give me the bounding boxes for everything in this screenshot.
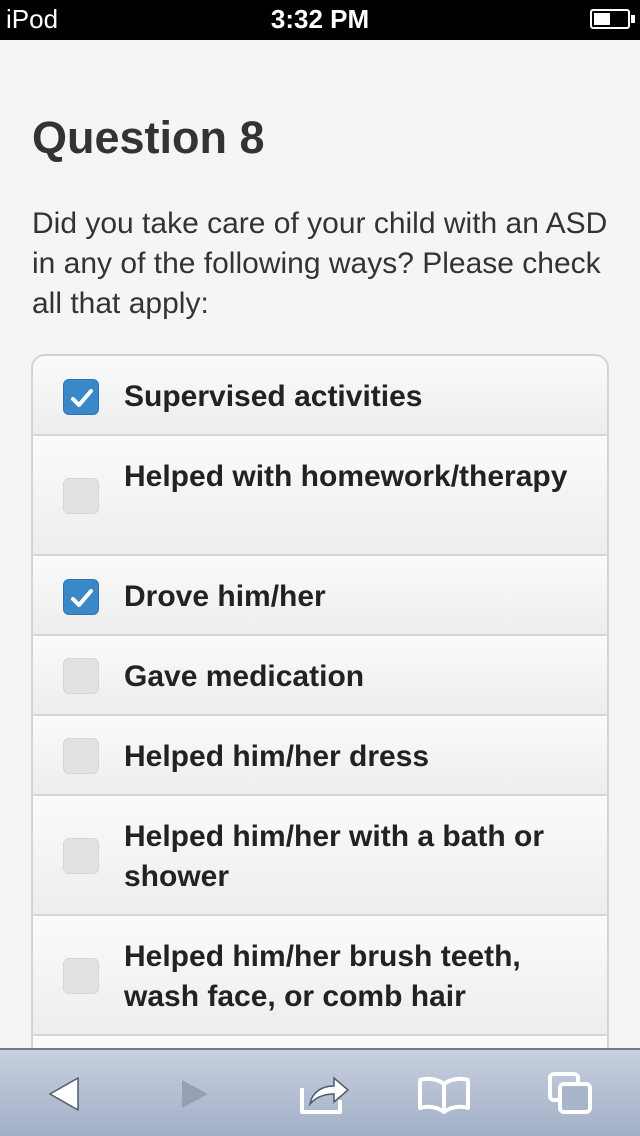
option-label: Helped him/her dress bbox=[124, 740, 430, 773]
option-item[interactable]: Drove him/her bbox=[33, 556, 607, 636]
option-item[interactable]: Helped him/her with a bath or shower bbox=[33, 796, 607, 916]
checkmark-icon bbox=[71, 589, 93, 607]
checkbox-unchecked[interactable] bbox=[63, 658, 99, 694]
checkbox-checked[interactable] bbox=[63, 579, 99, 615]
option-label: Supervised activities bbox=[124, 380, 423, 413]
option-label: Helped him/her with a bath or shower bbox=[124, 820, 545, 893]
option-item[interactable]: Supervised activities bbox=[33, 356, 607, 436]
browser-toolbar bbox=[0, 1048, 640, 1136]
battery-icon bbox=[590, 9, 630, 29]
option-item[interactable]: Helped with homework/therapy bbox=[33, 436, 607, 556]
bookmarks-button[interactable] bbox=[414, 1064, 474, 1124]
checkbox-unchecked[interactable] bbox=[63, 738, 99, 774]
option-item[interactable]: Helped him/her brush teeth, wash face, o… bbox=[33, 916, 607, 1036]
checkbox-unchecked[interactable] bbox=[63, 478, 99, 514]
option-item[interactable] bbox=[33, 1036, 607, 1048]
back-button[interactable] bbox=[34, 1064, 94, 1124]
options-list: Supervised activities Helped with homewo… bbox=[31, 354, 609, 1048]
forward-button[interactable] bbox=[164, 1064, 224, 1124]
forward-icon bbox=[182, 1080, 208, 1108]
status-time: 3:32 PM bbox=[270, 4, 370, 34]
option-item[interactable]: Helped him/her dress bbox=[33, 716, 607, 796]
checkmark-icon bbox=[71, 389, 93, 407]
share-button[interactable] bbox=[294, 1064, 354, 1124]
page-content: Question 8 Did you take care of your chi… bbox=[0, 40, 640, 1048]
status-bar: iPod 3:32 PM bbox=[0, 0, 640, 40]
bookmarks-icon bbox=[418, 1076, 470, 1114]
checkbox-unchecked[interactable] bbox=[63, 838, 99, 874]
checkbox-unchecked[interactable] bbox=[63, 958, 99, 994]
battery-tip bbox=[631, 15, 635, 23]
option-label: Drove him/her bbox=[124, 580, 326, 613]
option-label: Helped with homework/therapy bbox=[124, 460, 568, 493]
question-prompt: Did you take care of your child with an … bbox=[32, 207, 608, 320]
page-title: Question 8 bbox=[32, 112, 265, 163]
tabs-icon bbox=[548, 1072, 592, 1114]
option-label: Helped him/her brush teeth, wash face, o… bbox=[124, 940, 521, 1013]
option-label: Gave medication bbox=[124, 660, 365, 693]
checkbox-checked[interactable] bbox=[63, 379, 99, 415]
back-icon bbox=[48, 1076, 79, 1112]
tabs-button[interactable] bbox=[540, 1064, 600, 1124]
option-item[interactable]: Gave medication bbox=[33, 636, 607, 716]
share-icon bbox=[300, 1076, 350, 1114]
